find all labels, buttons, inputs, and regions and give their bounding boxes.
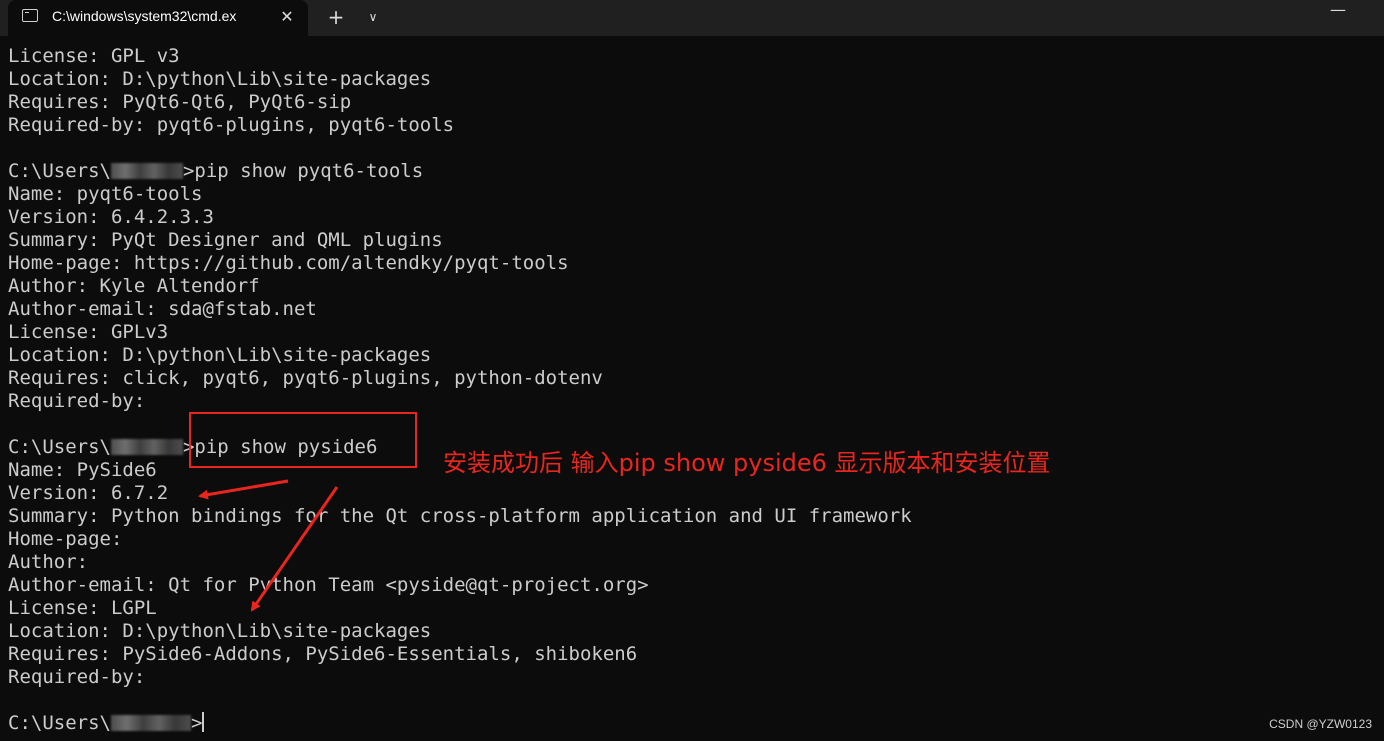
output-line: Name: pyqt6-tools <box>8 183 203 205</box>
output-line: Author: <box>8 551 89 573</box>
output-line: Required-by: <box>8 390 146 412</box>
minimize-icon[interactable]: — <box>1318 2 1358 26</box>
text-cursor <box>202 712 205 732</box>
output-line: Requires: PySide6-Addons, PySide6-Essent… <box>8 643 638 665</box>
output-line: Summary: PyQt Designer and QML plugins <box>8 229 443 251</box>
command-text: >pip show pyqt6-tools <box>182 160 424 182</box>
output-line: Version: 6.4.2.3.3 <box>8 206 214 228</box>
chevron-down-icon[interactable]: ∨ <box>360 4 386 30</box>
prompt-prefix: C:\Users\ <box>8 160 111 182</box>
redacted-username <box>110 163 183 179</box>
output-line: Requires: PyQt6-Qt6, PyQt6-sip <box>8 91 352 113</box>
output-line: Summary: Python bindings for the Qt cros… <box>8 505 912 527</box>
output-line: Location: D:\python\Lib\site-packages <box>8 68 432 90</box>
output-line: Version: 6.7.2 <box>8 482 169 504</box>
prompt-prefix: C:\Users\ <box>8 436 111 458</box>
annotation-highlight-box <box>189 412 417 468</box>
close-tab-icon[interactable]: ✕ <box>276 6 298 28</box>
output-line: License: GPL v3 <box>8 45 180 67</box>
title-bar: C:\windows\system32\cmd.ex ✕ + ∨ — <box>0 0 1384 36</box>
annotation-text: 安装成功后 输入pip show pyside6 显示版本和安装位置 <box>443 449 1051 477</box>
output-line: Home-page: https://github.com/altendky/p… <box>8 252 569 274</box>
output-line: License: LGPL <box>8 597 157 619</box>
redacted-username <box>110 439 183 455</box>
redacted-username <box>110 715 191 731</box>
output-line: Requires: click, pyqt6, pyqt6-plugins, p… <box>8 367 603 389</box>
watermark: CSDN @YZW0123 <box>1269 717 1372 731</box>
prompt-line[interactable]: C:\Users\ > <box>8 712 1378 735</box>
new-tab-icon[interactable]: + <box>322 4 350 30</box>
output-line: Location: D:\python\Lib\site-packages <box>8 344 432 366</box>
terminal-tab[interactable]: C:\windows\system32\cmd.ex ✕ <box>8 0 308 36</box>
output-line: Required-by: pyqt6-plugins, pyqt6-tools <box>8 114 455 136</box>
output-line: Required-by: <box>8 666 146 688</box>
output-line: License: GPLv3 <box>8 321 169 343</box>
output-line: Author-email: Qt for Python Team <pyside… <box>8 574 649 596</box>
output-line: Home-page: <box>8 528 123 550</box>
cmd-icon <box>22 9 38 22</box>
prompt-suffix: > <box>190 712 203 734</box>
terminal-output[interactable]: License: GPL v3 Location: D:\python\Lib\… <box>8 45 1378 735</box>
prompt-line: C:\Users\ >pip show pyqt6-tools <box>8 160 1378 183</box>
output-line: Location: D:\python\Lib\site-packages <box>8 620 432 642</box>
tab-title: C:\windows\system32\cmd.ex <box>52 8 237 24</box>
output-line: Author-email: sda@fstab.net <box>8 298 317 320</box>
prompt-prefix: C:\Users\ <box>8 712 111 734</box>
output-line: Author: Kyle Altendorf <box>8 275 260 297</box>
